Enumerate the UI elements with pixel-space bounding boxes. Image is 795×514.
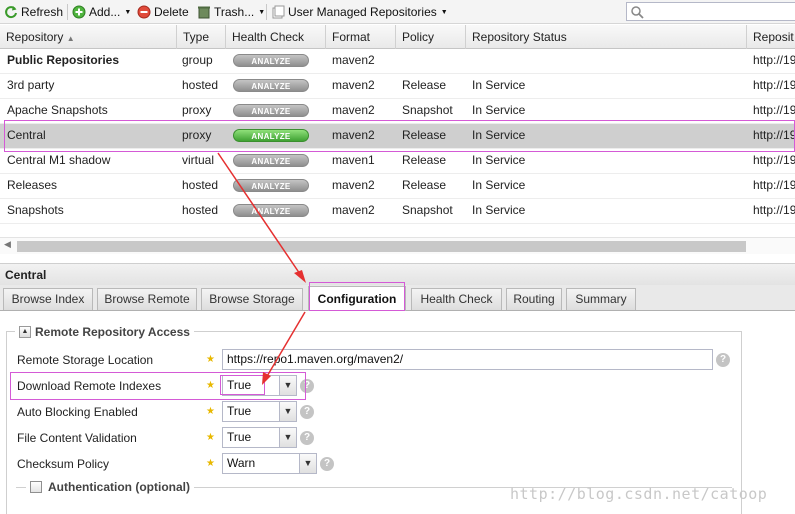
- arrow-head-icon: [294, 270, 306, 283]
- arrow-head-icon: [262, 372, 271, 385]
- arrow-line: [265, 311, 306, 379]
- arrow-line: [217, 152, 303, 278]
- annotation-arrows: [217, 152, 306, 385]
